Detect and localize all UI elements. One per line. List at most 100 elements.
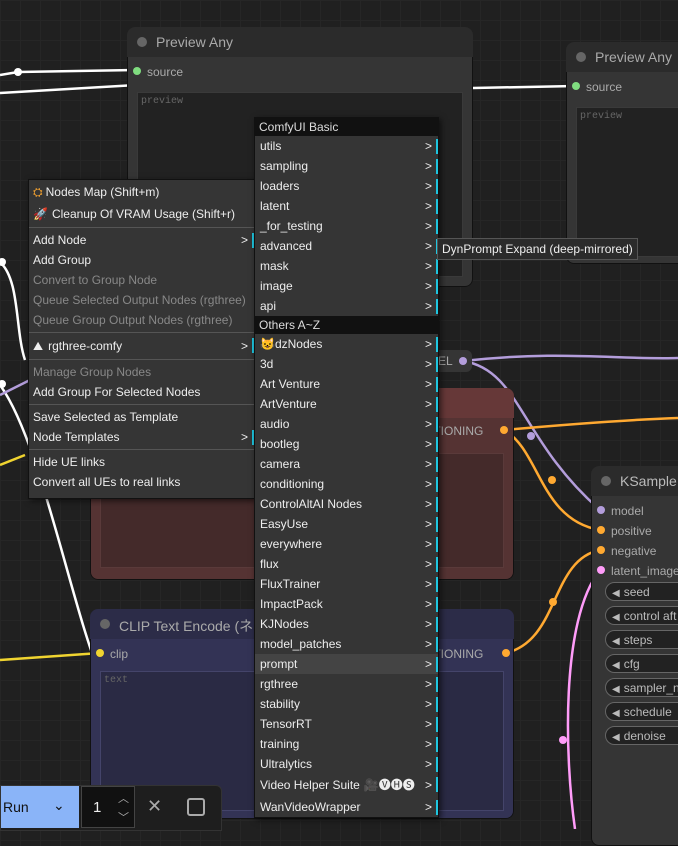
batch-count-input[interactable]: 1 ︿ ﹀ — [81, 786, 135, 828]
menu-item-label: rgthree-comfy — [48, 339, 123, 353]
menu-item-add-group-selected[interactable]: Add Group For Selected Nodes — [29, 382, 254, 402]
cfg-widget[interactable]: ◀ cfg — [605, 654, 678, 673]
model-input-dot[interactable] — [597, 506, 605, 514]
widget-label: steps — [623, 633, 653, 647]
menu-item-category[interactable]: audio > — [255, 414, 438, 434]
menu-item-category[interactable]: Video Helper Suite 🎥🅥🅗🅢 > — [255, 774, 438, 797]
submenu-indicator — [436, 457, 438, 472]
menu-item-save-template[interactable]: Save Selected as Template — [29, 407, 254, 427]
collapse-dot[interactable] — [137, 37, 147, 47]
scheduler-widget[interactable]: ◀ schedule — [605, 702, 678, 721]
submenu-indicator — [436, 417, 438, 432]
menu-item-category[interactable]: conditioning > — [255, 474, 438, 494]
output-slot-dot[interactable] — [502, 649, 510, 657]
menu-item-convert-ues[interactable]: Convert all UEs to real links — [29, 472, 254, 492]
submenu-indicator — [436, 159, 438, 174]
output-slot-dot[interactable] — [500, 426, 508, 434]
input-slot-label: negative — [611, 544, 657, 558]
submenu-arrow-icon: > — [424, 577, 432, 591]
menu-item-category[interactable]: camera > — [255, 454, 438, 474]
menu-item-nodes-map[interactable]: ⛭ Nodes Map (Shift+m) — [29, 181, 254, 203]
decrement-icon[interactable]: ﹀ — [118, 809, 129, 825]
menu-item-add-node[interactable]: Add Node > — [29, 230, 254, 250]
menu-item-category[interactable]: flux > — [255, 554, 438, 574]
submenu-arrow-icon: > — [424, 239, 432, 253]
menu-item-cleanup-vram[interactable]: 🚀 Cleanup Of VRAM Usage (Shift+r) — [29, 203, 254, 225]
preview-textbox[interactable]: preview — [576, 107, 678, 257]
menu-item-label: utils — [260, 139, 282, 153]
menu-item-label: ArtVenture — [260, 397, 317, 411]
menu-item-category[interactable]: loaders > — [255, 176, 438, 196]
ksampler-node[interactable]: KSample model positive negative latent_i… — [591, 466, 678, 846]
widget-label: cfg — [623, 657, 640, 671]
menu-item-rgthree[interactable]: ⛰ rgthree-comfy > — [29, 335, 254, 357]
run-button[interactable]: Run ⌄ — [1, 786, 79, 828]
negative-input-dot[interactable] — [597, 546, 605, 554]
menu-item-label: ImpactPack — [260, 597, 323, 611]
input-slot-dot[interactable] — [133, 67, 141, 75]
menu-item-category[interactable]: image > — [255, 276, 438, 296]
latent-input-dot[interactable] — [597, 566, 605, 574]
menu-item-category[interactable]: EasyUse > — [255, 514, 438, 534]
menu-item-label: stability — [260, 697, 301, 711]
sampler-name-widget[interactable]: ◀ sampler_n — [605, 678, 678, 697]
menu-item-category[interactable]: mask > — [255, 256, 438, 276]
menu-item-category[interactable]: sampling > — [255, 156, 438, 176]
node-title-bar[interactable]: KSample — [591, 466, 678, 496]
submenu-indicator — [436, 697, 438, 712]
submenu-indicator — [436, 677, 438, 692]
chevron-down-icon[interactable]: ⌄ — [53, 797, 65, 814]
menu-item-label: Video Helper Suite — [260, 778, 360, 792]
seed-widget[interactable]: ◀ seed — [605, 582, 678, 601]
menu-item-node-templates[interactable]: Node Templates > — [29, 427, 254, 447]
menu-item-category[interactable]: KJNodes > — [255, 614, 438, 634]
collapse-dot[interactable] — [576, 52, 586, 62]
menu-item-category[interactable]: ControlAltAI Nodes > — [255, 494, 438, 514]
menu-item-category[interactable]: training > — [255, 734, 438, 754]
denoise-widget[interactable]: ◀ denoise — [605, 726, 678, 745]
input-slot-dot[interactable] — [572, 82, 580, 90]
node-title-bar[interactable]: Preview Any — [127, 27, 473, 57]
menu-item-category[interactable]: latent > — [255, 196, 438, 216]
close-icon[interactable]: ✕ — [147, 796, 162, 817]
menu-item-category[interactable]: model_patches > — [255, 634, 438, 654]
menu-item-category[interactable]: advanced > — [255, 236, 438, 256]
input-slot-label: source — [586, 80, 623, 94]
increment-icon[interactable]: ︿ — [118, 790, 129, 806]
preview-any-node-2[interactable]: Preview Any source preview — [566, 42, 678, 264]
menu-item-add-group[interactable]: Add Group — [29, 250, 254, 270]
collapse-dot[interactable] — [601, 476, 611, 486]
menu-item-category[interactable]: api > — [255, 296, 438, 316]
submenu-arrow-icon: > — [424, 477, 432, 491]
menu-item-category[interactable]: Ultralytics > — [255, 754, 438, 774]
stop-icon[interactable] — [187, 798, 205, 816]
positive-input-dot[interactable] — [597, 526, 605, 534]
menu-item-category[interactable]: FluxTrainer > — [255, 574, 438, 594]
menu-item-category[interactable]: ImpactPack > — [255, 594, 438, 614]
menu-item-category[interactable]: WanVideoWrapper > — [255, 797, 438, 817]
node-title-bar[interactable]: Preview Any — [566, 42, 678, 72]
menu-item-category[interactable]: prompt > — [255, 654, 438, 674]
menu-item-category[interactable]: everywhere > — [255, 534, 438, 554]
menu-item-category[interactable]: stability > — [255, 694, 438, 714]
menu-item-label: Add Group — [33, 253, 92, 267]
clip-input-dot[interactable] — [96, 649, 104, 657]
menu-item-category[interactable]: 😺dzNodes > — [255, 334, 438, 354]
collapse-dot[interactable] — [100, 619, 110, 629]
control-after-generate-widget[interactable]: ◀ control aft — [605, 606, 678, 625]
menu-item-category[interactable]: rgthree > — [255, 674, 438, 694]
menu-item-category[interactable]: ArtVenture > — [255, 394, 438, 414]
submenu-indicator — [436, 757, 438, 772]
menu-item-category[interactable]: utils > — [255, 136, 438, 156]
menu-item-label: Art Venture — [260, 377, 321, 391]
menu-item-category[interactable]: bootleg > — [255, 434, 438, 454]
menu-item-category[interactable]: 3d > — [255, 354, 438, 374]
menu-item-category[interactable]: _for_testing > — [255, 216, 438, 236]
menu-item-category[interactable]: TensorRT > — [255, 714, 438, 734]
submenu-arrow-icon: > — [424, 437, 432, 451]
menu-item-hide-ue-links[interactable]: Hide UE links — [29, 452, 254, 472]
output-slot-dot[interactable] — [459, 357, 467, 365]
steps-widget[interactable]: ◀ steps — [605, 630, 678, 649]
submenu-arrow-icon: > — [424, 199, 432, 213]
menu-item-category[interactable]: Art Venture > — [255, 374, 438, 394]
